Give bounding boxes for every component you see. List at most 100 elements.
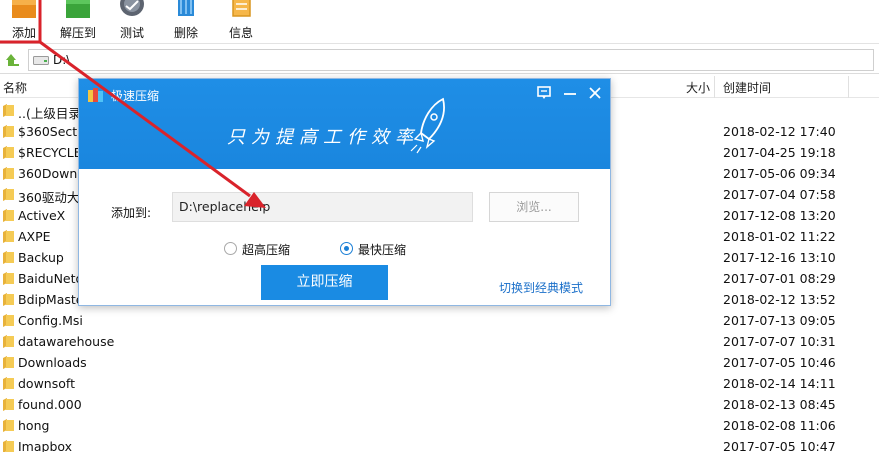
- minimize-icon[interactable]: [561, 85, 579, 101]
- test-gauge-icon: [120, 0, 144, 16]
- file-row[interactable]: Downloads 2017-07-05 10:46: [0, 352, 879, 373]
- app-logo-icon: [88, 88, 103, 102]
- add-archive-icon: [12, 0, 36, 18]
- up-arrow-icon[interactable]: [5, 52, 21, 68]
- file-row[interactable]: Imapbox 2017-07-05 10:47: [0, 436, 879, 452]
- extract-button[interactable]: 解压到: [54, 0, 102, 44]
- dialog-slogan: 只为提高工作效率: [227, 127, 419, 148]
- info-label: 信息: [228, 26, 253, 40]
- file-date: 2017-07-07 10:31: [723, 334, 836, 349]
- drive-icon: [33, 56, 49, 65]
- extract-label: 解压到: [59, 26, 96, 40]
- folder-icon: [3, 209, 14, 222]
- toolbar: 添加 解压到 测试 删除 信息: [0, 0, 879, 44]
- file-name: 360驱动大: [18, 190, 80, 205]
- info-document-icon: [232, 0, 251, 17]
- address-path: D:\: [53, 53, 71, 67]
- file-name: BaiduNeto: [18, 271, 84, 286]
- file-name: ActiveX: [18, 208, 66, 223]
- file-row[interactable]: hong 2018-02-08 11:06: [0, 415, 879, 436]
- folder-icon: [3, 272, 14, 285]
- file-date: 2017-07-05 10:47: [723, 439, 836, 452]
- folder-icon: [3, 104, 14, 117]
- file-date: 2017-07-04 07:58: [723, 187, 836, 202]
- test-button[interactable]: 测试: [108, 0, 156, 44]
- file-name: Backup: [18, 250, 64, 265]
- radio-dot[interactable]: [224, 242, 237, 255]
- extract-folder-icon: [66, 0, 90, 18]
- address-input[interactable]: D:\: [28, 49, 874, 71]
- folder-icon: [3, 335, 14, 348]
- file-name: 360Downl: [18, 166, 81, 181]
- trash-icon: [178, 0, 194, 16]
- file-name: datawarehouse: [18, 334, 115, 349]
- switch-classic-mode-link[interactable]: 切换到经典模式: [499, 279, 583, 296]
- file-name: ..(上级目录: [18, 106, 81, 121]
- add-button[interactable]: 添加: [0, 0, 48, 44]
- destination-path-input[interactable]: D:\replacehelp: [172, 192, 473, 222]
- column-divider[interactable]: [714, 76, 715, 98]
- column-divider[interactable]: [848, 76, 849, 98]
- add-label: 添加: [11, 26, 36, 40]
- folder-icon: [3, 356, 14, 369]
- dialog-header: 极速压缩 只为提高工作效率: [79, 79, 610, 169]
- file-name: found.000: [18, 397, 82, 412]
- file-name: hong: [18, 418, 50, 433]
- add-to-label: 添加到:: [111, 206, 152, 220]
- file-name: BdipMaste: [18, 292, 84, 307]
- folder-icon: [3, 230, 14, 243]
- radio-label: 最快压缩: [358, 243, 407, 257]
- compress-now-button[interactable]: 立即压缩: [261, 265, 388, 300]
- file-name: Downloads: [18, 355, 87, 370]
- column-created[interactable]: 创建时间: [723, 79, 771, 96]
- folder-icon: [3, 293, 14, 306]
- file-name: Config.Msi: [18, 313, 83, 328]
- radio-label: 超高压缩: [242, 243, 291, 257]
- radio-dot-selected[interactable]: [340, 242, 353, 255]
- file-row[interactable]: Config.Msi 2017-07-13 09:05: [0, 310, 879, 331]
- folder-icon: [3, 146, 14, 159]
- browse-button[interactable]: 浏览...: [489, 192, 579, 222]
- file-name: $RECYCLE: [18, 145, 82, 160]
- address-bar: D:\: [0, 46, 879, 74]
- folder-icon: [3, 377, 14, 390]
- folder-icon: [3, 125, 14, 138]
- file-date: 2017-05-06 09:34: [723, 166, 836, 181]
- file-date: 2018-02-08 11:06: [723, 418, 836, 433]
- close-icon[interactable]: [586, 85, 604, 101]
- folder-icon: [3, 251, 14, 264]
- folder-icon: [3, 188, 14, 201]
- file-date: 2017-12-16 13:10: [723, 250, 836, 265]
- file-date: 2017-07-01 08:29: [723, 271, 836, 286]
- delete-button[interactable]: 删除: [162, 0, 210, 44]
- file-date: 2018-01-02 11:22: [723, 229, 836, 244]
- file-date: 2018-02-12 13:52: [723, 292, 836, 307]
- file-date: 2018-02-12 17:40: [723, 124, 836, 139]
- info-button[interactable]: 信息: [217, 0, 265, 44]
- folder-icon: [3, 314, 14, 327]
- delete-label: 删除: [173, 26, 198, 40]
- file-date: 2018-02-13 08:45: [723, 397, 836, 412]
- test-label: 测试: [119, 26, 144, 40]
- dialog-title: 极速压缩: [111, 89, 160, 103]
- feedback-icon[interactable]: [535, 85, 553, 101]
- file-date: 2018-02-14 14:11: [723, 376, 836, 391]
- file-date: 2017-07-13 09:05: [723, 313, 836, 328]
- file-row[interactable]: found.000 2018-02-13 08:45: [0, 394, 879, 415]
- file-row[interactable]: datawarehouse 2017-07-07 10:31: [0, 331, 879, 352]
- compress-dialog: 极速压缩 只为提高工作效率 添加到: D:\replacehelp 浏览... …: [78, 78, 611, 306]
- folder-icon: [3, 167, 14, 180]
- column-size[interactable]: 大小: [686, 79, 710, 96]
- file-date: 2017-07-05 10:46: [723, 355, 836, 370]
- file-date: 2017-12-08 13:20: [723, 208, 836, 223]
- file-row[interactable]: downsoft 2018-02-14 14:11: [0, 373, 879, 394]
- column-name[interactable]: 名称: [3, 79, 27, 96]
- file-name: downsoft: [18, 376, 75, 391]
- folder-icon: [3, 419, 14, 432]
- rocket-icon: [410, 97, 445, 154]
- folder-icon: [3, 440, 14, 452]
- file-name: Imapbox: [18, 439, 73, 452]
- folder-icon: [3, 398, 14, 411]
- file-date: 2017-04-25 19:18: [723, 145, 836, 160]
- file-name: AXPE: [18, 229, 51, 244]
